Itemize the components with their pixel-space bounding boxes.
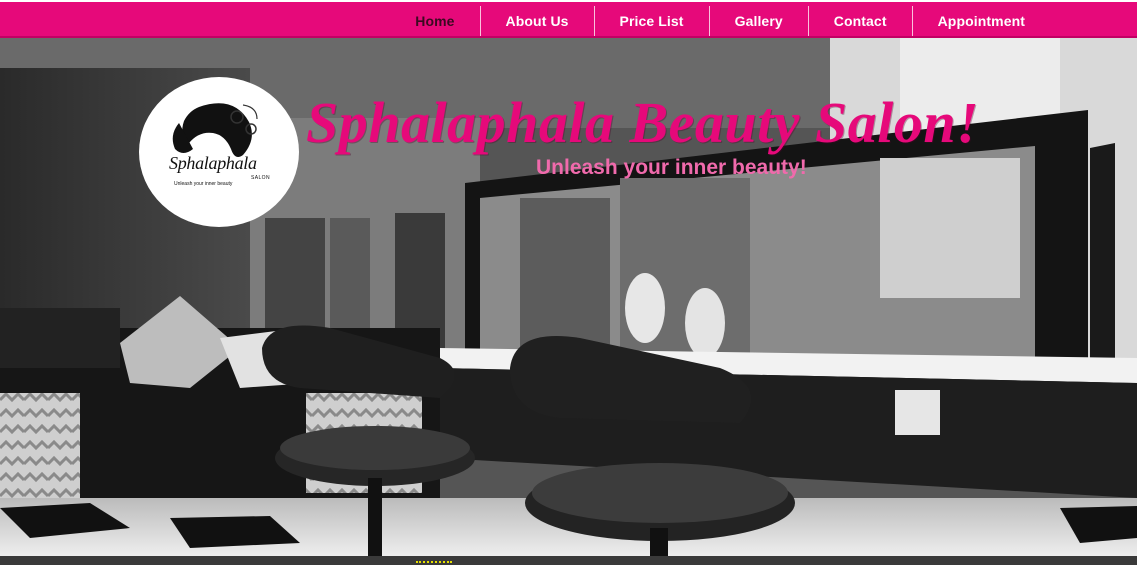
site-title: Sphalaphala Beauty Salon! xyxy=(306,90,980,155)
nav-appointment[interactable]: Appointment xyxy=(911,6,1050,36)
nav-gallery[interactable]: Gallery xyxy=(708,6,808,36)
bottom-mark xyxy=(416,561,452,565)
hero-banner: Sphalaphala SALON Unleash your inner bea… xyxy=(0,38,1137,556)
logo-sub-label: SALON xyxy=(251,175,270,181)
logo-tagline: Unleash your inner beauty xyxy=(174,181,233,187)
salon-logo[interactable]: Sphalaphala SALON Unleash your inner bea… xyxy=(139,77,299,227)
logo-silhouette-icon xyxy=(172,103,258,157)
nav-about-us[interactable]: About Us xyxy=(479,6,594,36)
top-nav-bar: Home About Us Price List Gallery Contact… xyxy=(0,0,1137,38)
logo-name: Sphalaphala xyxy=(169,153,257,173)
site-tagline: Unleash your inner beauty! xyxy=(536,156,807,179)
nav-price-list[interactable]: Price List xyxy=(593,6,709,36)
nav-contact[interactable]: Contact xyxy=(807,6,912,36)
bottom-strip xyxy=(0,556,1137,565)
main-navigation: Home About Us Price List Gallery Contact… xyxy=(390,6,1050,36)
nav-home[interactable]: Home xyxy=(390,6,479,36)
